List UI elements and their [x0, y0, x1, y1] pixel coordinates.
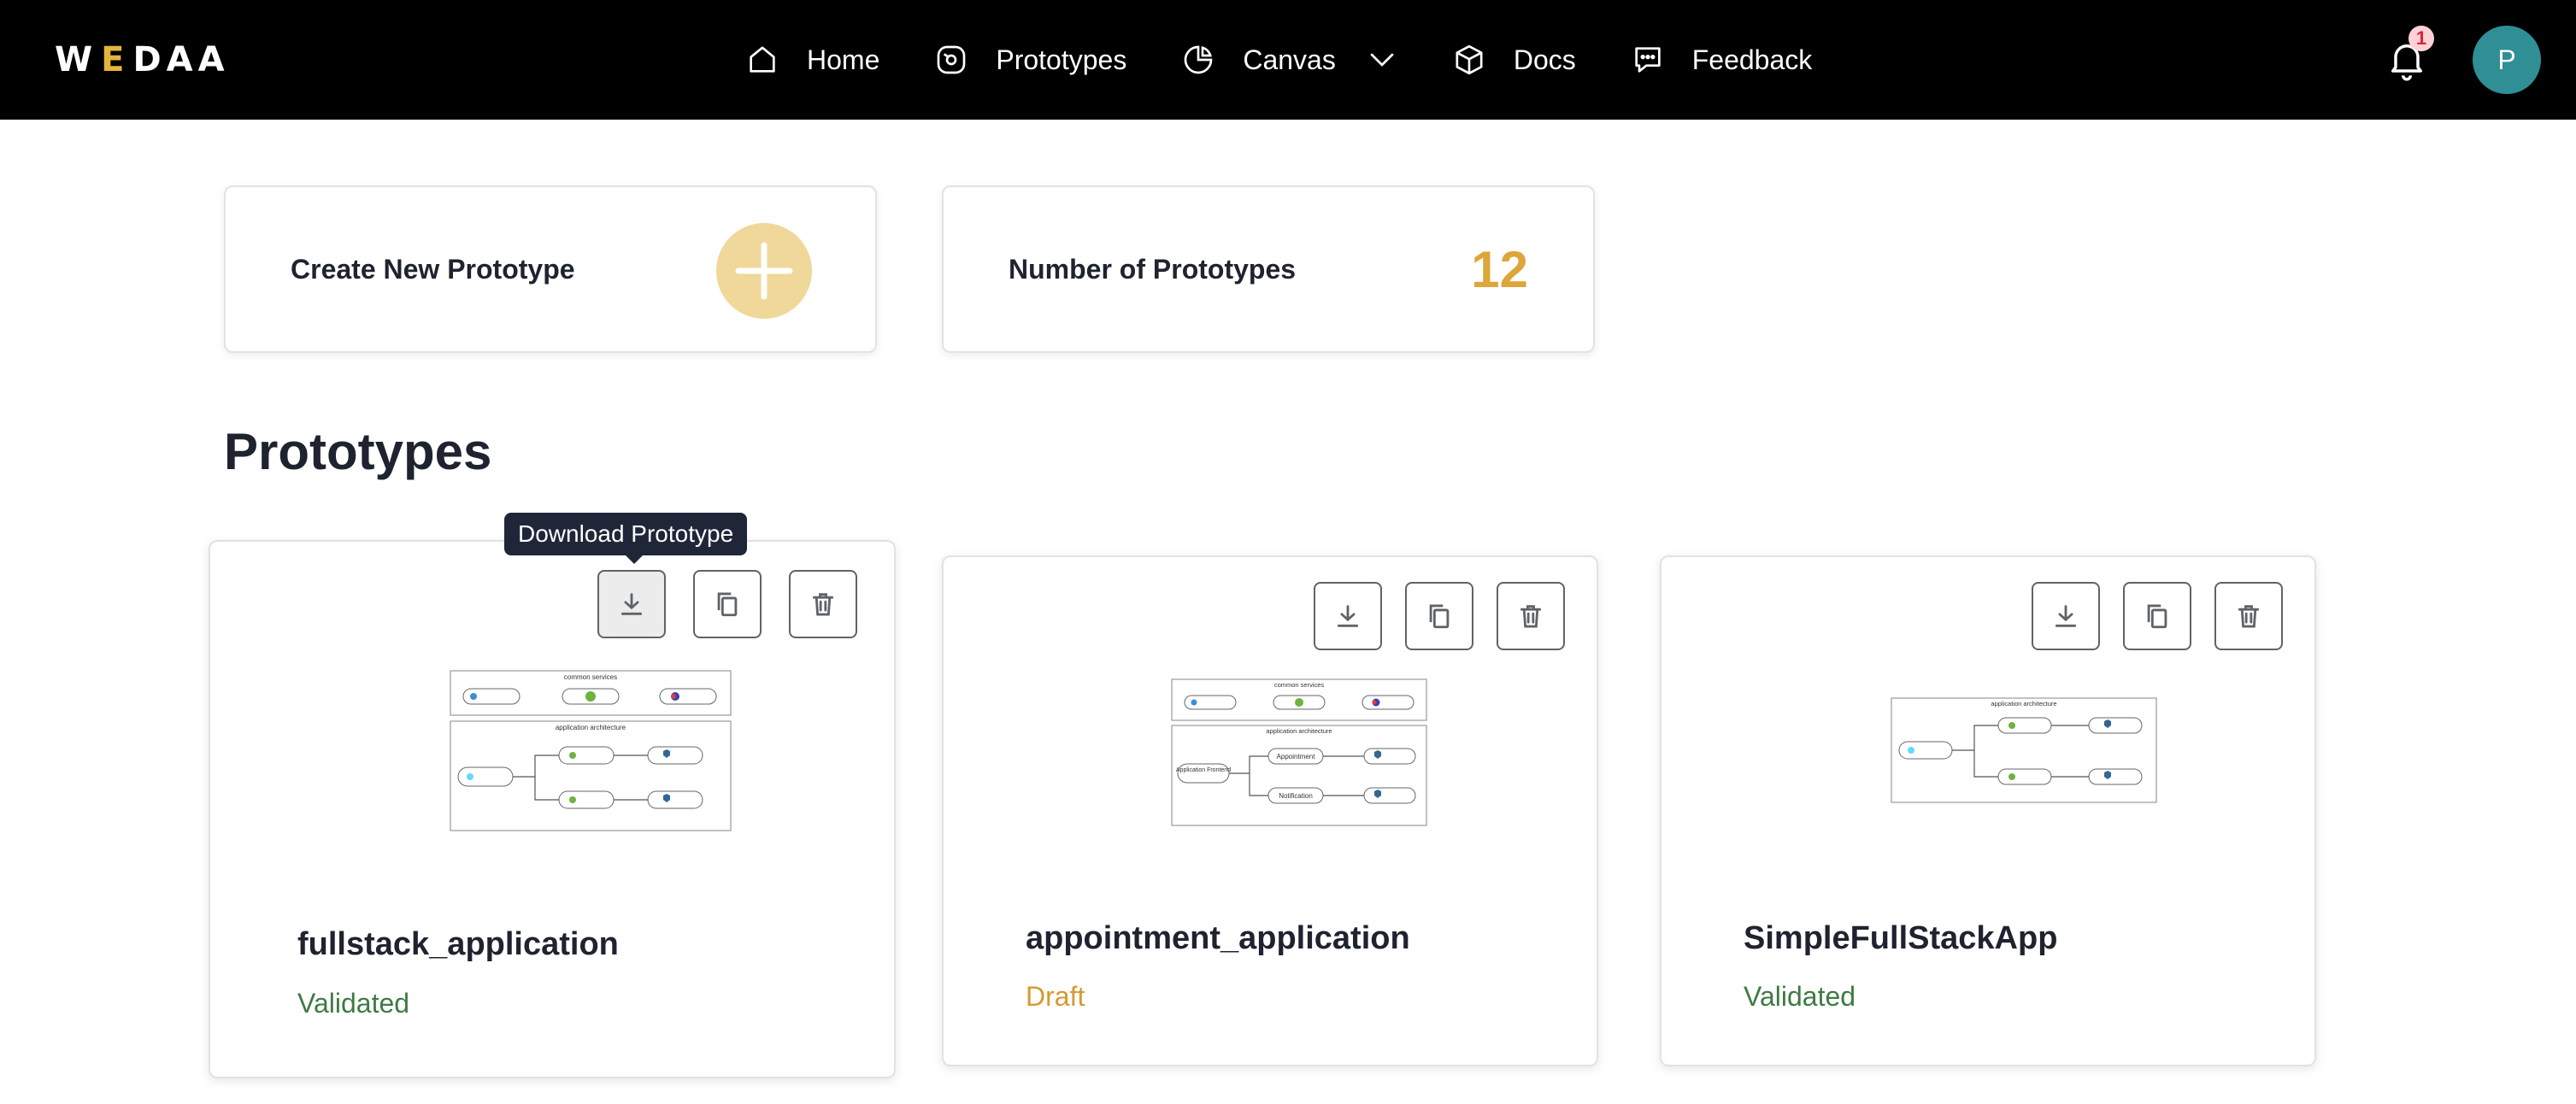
- wedaa-logo[interactable]: W E DAA: [55, 40, 230, 79]
- canvas-icon: [1185, 45, 1213, 74]
- copy-icon: [2147, 604, 2167, 629]
- download-icon: [620, 593, 643, 615]
- notification-badge: 1: [2408, 26, 2434, 51]
- thumb-node-frontend: Application Frontend: [1176, 767, 1231, 773]
- nav-item-home[interactable]: Home: [745, 31, 879, 89]
- prototype-count-label: Number of Prototypes: [1009, 254, 1297, 285]
- top-navigation-bar: W E DAA Home Prototypes Canvas Docs Feedba…: [0, 0, 2576, 120]
- prototype-name[interactable]: fullstack_application: [297, 926, 619, 963]
- nav-item-docs[interactable]: Docs: [1452, 31, 1576, 89]
- thumb-architecture-label: application architecture: [1991, 700, 2056, 708]
- delete-button[interactable]: [1497, 582, 1565, 650]
- duplicate-button[interactable]: [1405, 582, 1473, 650]
- thumb-common-services-label: common services: [1274, 681, 1325, 689]
- feedback-icon: [1635, 47, 1661, 73]
- nav-label-home: Home: [807, 44, 880, 75]
- thumb-architecture-label: application architecture: [556, 724, 626, 731]
- architecture-thumbnail: common services application architecture: [450, 670, 732, 831]
- nav-label-prototypes: Prototypes: [996, 44, 1127, 75]
- plus-icon: [735, 242, 793, 300]
- create-prototype-button[interactable]: [716, 223, 812, 319]
- download-icon: [2055, 605, 2077, 627]
- download-tooltip: Download Prototype: [504, 513, 748, 564]
- chevron-down-icon[interactable]: [1367, 44, 1397, 75]
- delete-button[interactable]: [789, 570, 857, 638]
- trash-icon: [1520, 605, 1542, 628]
- prototype-name[interactable]: SimpleFullStackApp: [1744, 920, 2057, 957]
- download-button[interactable]: [597, 570, 666, 638]
- download-button[interactable]: [2032, 582, 2100, 650]
- architecture-thumbnail: application architecture: [1891, 697, 2157, 803]
- nav-item-feedback[interactable]: Feedback: [1631, 31, 1813, 89]
- download-icon: [1337, 605, 1359, 627]
- duplicate-button[interactable]: [693, 570, 762, 638]
- prototype-count-value: 12: [1471, 241, 1528, 298]
- prototypes-icon: [938, 45, 966, 74]
- nav-label-feedback: Feedback: [1691, 44, 1813, 75]
- user-avatar[interactable]: P: [2473, 26, 2541, 94]
- delete-button[interactable]: [2214, 582, 2283, 650]
- thumb-common-services-label: common services: [564, 673, 617, 681]
- nav-label-docs: Docs: [1513, 44, 1576, 75]
- trash-icon: [812, 593, 834, 616]
- thumb-architecture-label: application architecture: [1266, 727, 1332, 735]
- prototype-status: Draft: [1026, 981, 1085, 1012]
- logo-text-start: W: [55, 40, 98, 79]
- prototype-status: Validated: [1744, 981, 1856, 1012]
- main-nav: Home Prototypes Canvas Docs Feedback: [745, 31, 1812, 89]
- copy-icon: [717, 592, 738, 617]
- prototype-status: Validated: [297, 988, 410, 1019]
- prototype-name[interactable]: appointment_application: [1026, 920, 1410, 957]
- nav-item-prototypes[interactable]: Prototypes: [934, 31, 1126, 89]
- nav-label-canvas: Canvas: [1243, 44, 1336, 75]
- copy-icon: [1429, 604, 1450, 629]
- prototype-card[interactable]: application architecture SimpleFullStack…: [1660, 555, 2316, 1066]
- thumb-node-notification: Notification: [1279, 792, 1313, 800]
- page-title: Prototypes: [224, 423, 492, 480]
- trash-icon: [2238, 605, 2260, 628]
- create-prototype-card[interactable]: Create New Prototype: [224, 185, 877, 353]
- prototype-card[interactable]: common services application architecture…: [942, 555, 1598, 1066]
- prototype-count-card: Number of Prototypes 12: [942, 185, 1595, 353]
- create-prototype-label: Create New Prototype: [291, 254, 575, 285]
- logo-text-accent: E: [101, 40, 130, 79]
- download-button[interactable]: [1314, 582, 1382, 650]
- logo-text-end: DAA: [132, 40, 230, 79]
- thumb-node-appointment: Appointment: [1277, 753, 1316, 760]
- architecture-thumbnail: common services application architecture…: [1171, 678, 1427, 826]
- prototype-card[interactable]: common services application architecture…: [209, 540, 896, 1078]
- nav-item-canvas[interactable]: Canvas: [1181, 31, 1397, 89]
- duplicate-button[interactable]: [2123, 582, 2191, 650]
- docs-icon: [1456, 44, 1483, 75]
- home-icon: [750, 46, 775, 73]
